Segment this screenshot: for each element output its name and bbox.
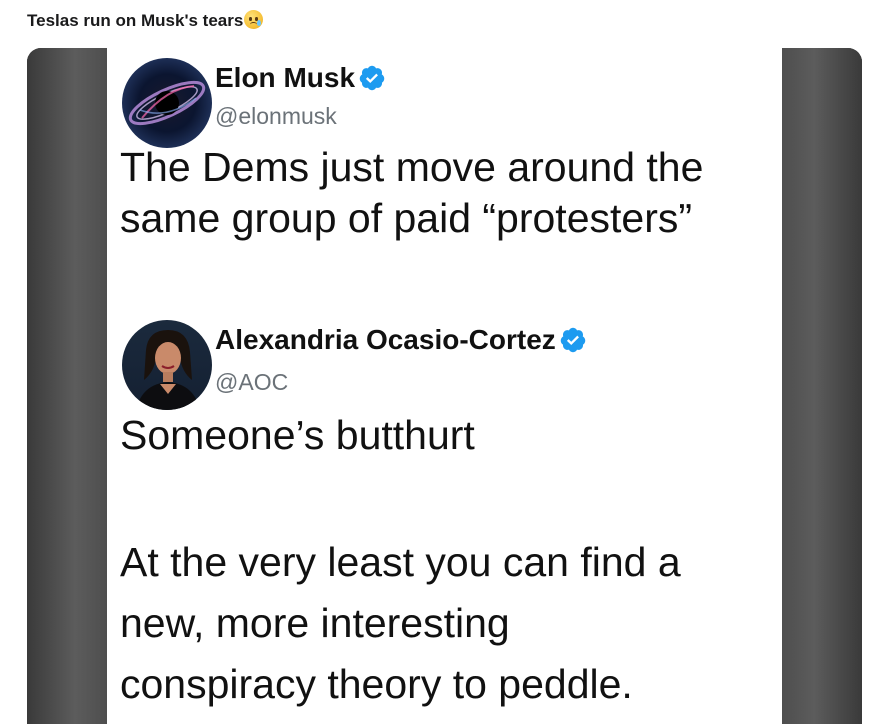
verified-badge-icon	[358, 64, 386, 99]
tweet-body-text: The Dems just move around the same group…	[120, 142, 703, 244]
verified-badge-icon	[559, 326, 587, 361]
post-title-text: Teslas run on Musk's tears	[27, 11, 244, 30]
galaxy-avatar-icon	[122, 58, 212, 148]
tweet-text-line: The Dems just move around the	[120, 144, 704, 190]
tweet-author-name: Elon Musk	[215, 62, 386, 99]
tweet-screenshot-image: Elon Musk @elonmusk The Dems just move a…	[107, 48, 782, 724]
tweet-text-line: conspiracy theory to peddle.	[120, 661, 633, 707]
blurred-background-left	[27, 48, 107, 724]
post-title[interactable]: Teslas run on Musk's tears	[27, 10, 264, 31]
blurred-background-right	[782, 48, 862, 724]
tweet-text-line: same group of paid “protesters”	[120, 195, 692, 241]
tweet-author-name: Alexandria Ocasio-Cortez	[215, 324, 587, 361]
tweet-text-line: new, more interesting	[120, 600, 510, 646]
tweet-author-handle: @AOC	[215, 369, 289, 395]
portrait-avatar-icon	[122, 320, 212, 410]
tweet-text-line: Someone’s butthurt	[120, 412, 475, 458]
author-name-text: Alexandria Ocasio-Cortez	[215, 324, 556, 355]
author-name-text: Elon Musk	[215, 62, 356, 93]
tweet-text-line: At the very least you can find a	[120, 539, 681, 585]
tweet-text-blank-line	[120, 461, 681, 537]
post-image-frame[interactable]: Elon Musk @elonmusk The Dems just move a…	[27, 48, 862, 724]
tweet-body-text: Someone’s butthurt At the very least you…	[120, 410, 681, 710]
tweet-author-handle: @elonmusk	[215, 103, 337, 129]
sad-tear-emoji-icon	[244, 10, 264, 29]
